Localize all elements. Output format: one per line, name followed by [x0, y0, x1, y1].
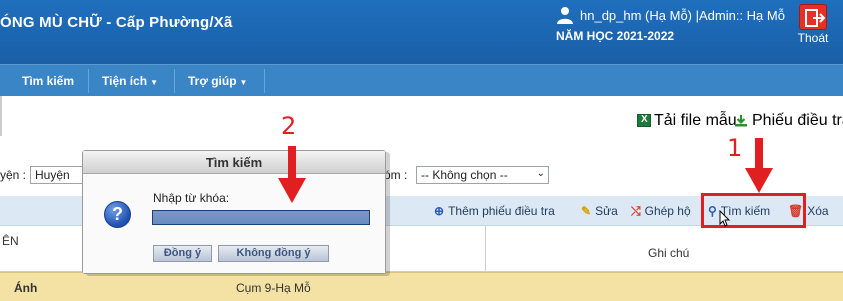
keyword-prompt: Nhập từ khóa:	[153, 191, 230, 205]
keyword-input[interactable]	[152, 210, 370, 225]
nav-item-utilities[interactable]: Tiện ích ▼	[102, 74, 158, 88]
table-row[interactable]: Ánh Cụm 9-Hạ Mỗ	[0, 272, 843, 301]
question-icon: ?	[104, 201, 131, 228]
cancel-button[interactable]: Không đồng ý	[218, 245, 329, 262]
column-header-notes[interactable]: Ghi chú	[486, 226, 843, 272]
annotation-step-1: 1	[727, 134, 743, 162]
add-survey-button[interactable]: ⊕ Thêm phiếu điều tra	[434, 204, 555, 218]
district-select-value: Huyện	[35, 168, 70, 182]
annotation-arrow-down-icon	[278, 146, 306, 203]
nav-item-help[interactable]: Trợ giúp ▼	[188, 74, 247, 88]
pencil-icon: ✎	[581, 204, 592, 218]
download-template-link[interactable]: Tải file mẫu	[637, 112, 737, 130]
edit-label: Sửa	[595, 204, 618, 218]
panel-edge	[0, 96, 3, 136]
school-year: NĂM HỌC 2021-2022	[556, 29, 675, 43]
nav-item-label: Tiện ích	[102, 74, 148, 88]
logout-icon	[799, 4, 827, 30]
excel-icon	[637, 114, 651, 127]
add-icon: ⊕	[434, 204, 445, 218]
group-select[interactable]: -- Không chọn -- ⌄	[416, 166, 549, 184]
nav-item-label: Trợ giúp	[188, 74, 237, 88]
row-group-cell: Cụm 9-Hạ Mỗ	[236, 281, 311, 295]
column-header-label: ÊN	[2, 234, 19, 248]
user-icon	[557, 7, 573, 24]
ok-button[interactable]: Đồng ý	[153, 245, 212, 262]
app-header: ÓNG MÙ CHỮ - Cấp Phường/Xã hn_dp_hm (Hạ …	[0, 0, 843, 64]
district-select[interactable]: Huyện	[30, 166, 86, 184]
edit-button[interactable]: ✎ Sửa	[581, 204, 618, 218]
annotation-step-2: 2	[281, 112, 297, 140]
group-select-value: -- Không chọn --	[421, 168, 508, 182]
logout-label: Thoát	[797, 31, 829, 45]
nav-item-label: Tìm kiếm	[22, 74, 75, 88]
dialog-title[interactable]: Tìm kiếm	[83, 151, 385, 174]
nav-divider	[88, 69, 89, 93]
user-info: hn_dp_hm (Hạ Mỗ) |Admin:: Hạ Mỗ	[580, 8, 785, 23]
search-dialog: Tìm kiếm ? Nhập từ khóa: Đồng ý Không đồ…	[82, 150, 386, 274]
district-filter-label: yện :	[0, 168, 27, 182]
nav-item-search[interactable]: Tìm kiếm	[22, 74, 74, 88]
annotation-highlight-box	[701, 193, 806, 228]
nav-divider	[264, 69, 265, 93]
dialog-body: ? Nhập từ khóa: Đồng ý Không đồng ý	[83, 174, 385, 273]
survey-form-label: Phiếu điều tra	[752, 112, 843, 129]
merge-household-label: Ghép hộ	[644, 204, 691, 218]
survey-form-link[interactable]: Phiếu điều tra	[734, 112, 843, 130]
logout-button[interactable]: Thoát	[790, 4, 836, 45]
nav-divider	[174, 69, 175, 93]
chevron-down-icon: ▼	[239, 78, 248, 87]
add-survey-label: Thêm phiếu điều tra	[448, 204, 555, 218]
delete-label: Xóa	[807, 204, 829, 218]
column-header-label: Ghi chú	[648, 246, 690, 260]
chevron-down-icon: ⌄	[536, 168, 545, 179]
main-nav: Tìm kiếm Tiện ích ▼ Trợ giúp ▼	[0, 64, 843, 96]
download-template-label: Tải file mẫu	[654, 112, 737, 129]
app-title: ÓNG MÙ CHỮ - Cấp Phường/Xã	[0, 14, 233, 31]
download-icon	[735, 115, 747, 127]
annotation-arrow-down-icon	[745, 138, 773, 193]
row-name-cell: Ánh	[14, 281, 38, 295]
mouse-cursor-icon	[719, 210, 731, 227]
merge-household-button[interactable]: ⤭ Ghép hộ	[631, 204, 691, 219]
merge-icon: ⤭	[631, 204, 641, 218]
chevron-down-icon: ▼	[150, 78, 159, 87]
